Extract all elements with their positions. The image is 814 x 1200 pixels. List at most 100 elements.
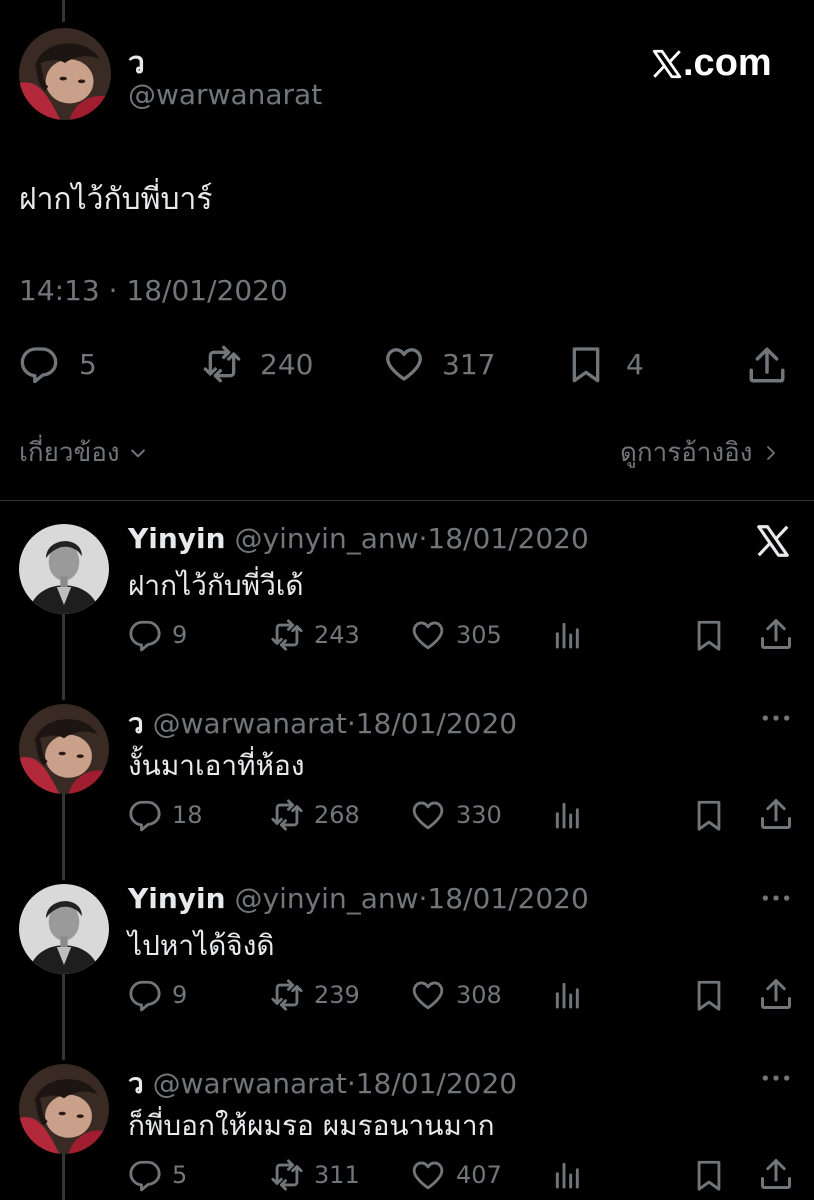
reply-text: งั้นมาเอาที่ห้อง [128, 749, 305, 782]
main-bookmark-button[interactable]: 4 [566, 344, 644, 384]
reply-count: 9 [172, 621, 188, 649]
reply-count: 9 [172, 981, 188, 1009]
reply-dot-separator: · [346, 707, 356, 740]
reply-author-name[interactable]: ว [128, 707, 144, 740]
tweet-timestamp[interactable]: 14:13 · 18/01/2020 [19, 274, 288, 307]
main-repost-button[interactable]: 240 [200, 344, 313, 384]
thread-connector [62, 974, 65, 1060]
main-share-button[interactable] [746, 344, 788, 386]
share-upload-icon [746, 344, 788, 386]
more-dots-icon[interactable] [760, 1068, 792, 1088]
like-count: 330 [456, 801, 502, 829]
main-like-button[interactable]: 317 [382, 344, 495, 384]
reply-header: ว @warwanarat·18/01/2020 [128, 1062, 517, 1106]
bookmark-icon[interactable] [692, 1158, 726, 1192]
repost-arrows-icon [200, 344, 244, 384]
share-upload-icon[interactable] [758, 616, 794, 652]
share-upload-icon[interactable] [758, 1156, 794, 1192]
bar-chart-icon[interactable] [552, 618, 584, 652]
repost-arrows-icon [268, 1158, 306, 1192]
bar-chart-icon[interactable] [552, 798, 584, 832]
reply-text: ไปหาได้จิงดิ [128, 929, 275, 962]
tweet-text: ฝากไว้กับพี่บาร์ [19, 182, 213, 217]
reply-author-name[interactable]: Yinyin [128, 882, 226, 915]
heart-icon [410, 798, 446, 832]
repost-arrows-icon [268, 798, 306, 832]
reply-author-handle[interactable]: @warwanarat [153, 1067, 347, 1100]
reply-author-name[interactable]: ว [128, 1067, 144, 1100]
reply-author-name[interactable]: Yinyin [128, 522, 226, 555]
like-count: 407 [456, 1161, 502, 1189]
reply-date[interactable]: 18/01/2020 [427, 522, 588, 555]
author-handle[interactable]: @warwanarat [128, 78, 322, 111]
thread-connector-top [62, 0, 65, 22]
reply-button[interactable]: 9 [128, 978, 187, 1012]
reply-text: ฝากไว้กับพี่วีเด้ [128, 569, 304, 602]
repost-arrows-icon [268, 978, 306, 1012]
reply-button[interactable]: 9 [128, 618, 187, 652]
related-dropdown[interactable]: เกี่ยวข้อง [19, 432, 148, 473]
reply-dot-separator: · [346, 1067, 356, 1100]
reply-author-handle[interactable]: @warwanarat [153, 707, 347, 740]
like-button[interactable]: 305 [410, 618, 502, 652]
like-button[interactable]: 407 [410, 1158, 502, 1192]
thread-connector [62, 614, 65, 700]
share-upload-icon[interactable] [758, 796, 794, 832]
repost-count: 268 [314, 801, 360, 829]
section-divider [0, 500, 814, 501]
share-upload-icon[interactable] [758, 976, 794, 1012]
bookmark-icon [566, 344, 606, 384]
main-reply-count: 5 [79, 347, 97, 381]
x-logo-icon [754, 522, 792, 560]
repost-arrows-icon [268, 618, 306, 652]
bookmark-icon[interactable] [692, 798, 726, 832]
heart-icon [410, 978, 446, 1012]
repost-count: 239 [314, 981, 360, 1009]
reply-author-handle[interactable]: @yinyin_anw [235, 522, 419, 555]
repost-button[interactable]: 239 [268, 978, 360, 1012]
repost-button[interactable]: 311 [268, 1158, 360, 1192]
chevron-right-icon [762, 442, 780, 464]
reply-button[interactable]: 5 [128, 1158, 187, 1192]
like-button[interactable]: 330 [410, 798, 502, 832]
brand-text: .com [683, 42, 772, 84]
repost-button[interactable]: 268 [268, 798, 360, 832]
repost-count: 243 [314, 621, 360, 649]
reply-date[interactable]: 18/01/2020 [356, 1067, 517, 1100]
heart-icon [410, 618, 446, 652]
reply-avatar[interactable] [19, 884, 109, 974]
repost-button[interactable]: 243 [268, 618, 360, 652]
x-logo-icon [650, 45, 684, 83]
reply-avatar[interactable] [19, 524, 109, 614]
thread-connector [62, 794, 65, 880]
bookmark-icon[interactable] [692, 618, 726, 652]
thread-connector [62, 1154, 65, 1200]
view-quotes-label: ดูการอ้างอิง [620, 438, 753, 468]
reply-date[interactable]: 18/01/2020 [356, 707, 517, 740]
repost-count: 311 [314, 1161, 360, 1189]
reply-text: ก็พี่บอกให้ผมรอ ผมรอนานมาก [128, 1109, 495, 1142]
more-dots-icon[interactable] [760, 888, 792, 908]
bar-chart-icon[interactable] [552, 1158, 584, 1192]
reply-header: ว @warwanarat·18/01/2020 [128, 702, 517, 746]
reply-button[interactable]: 18 [128, 798, 203, 832]
reply-author-handle[interactable]: @yinyin_anw [235, 882, 419, 915]
reply-date[interactable]: 18/01/2020 [427, 882, 588, 915]
like-count: 308 [456, 981, 502, 1009]
like-count: 305 [456, 621, 502, 649]
like-button[interactable]: 308 [410, 978, 502, 1012]
speech-bubble-icon [19, 344, 59, 384]
bookmark-icon[interactable] [692, 978, 726, 1012]
reply-header: Yinyin @yinyin_anw·18/01/2020 [128, 882, 589, 915]
speech-bubble-icon [128, 978, 162, 1012]
reply-avatar[interactable] [19, 704, 109, 794]
more-dots-icon[interactable] [760, 708, 792, 728]
author-avatar[interactable] [19, 28, 111, 120]
heart-icon [410, 1158, 446, 1192]
related-label: เกี่ยวข้อง [19, 438, 120, 468]
main-reply-button[interactable]: 5 [19, 344, 97, 384]
reply-avatar[interactable] [19, 1064, 109, 1154]
bar-chart-icon[interactable] [552, 978, 584, 1012]
view-quotes-link[interactable]: ดูการอ้างอิง [620, 432, 780, 473]
heart-icon [382, 344, 426, 384]
